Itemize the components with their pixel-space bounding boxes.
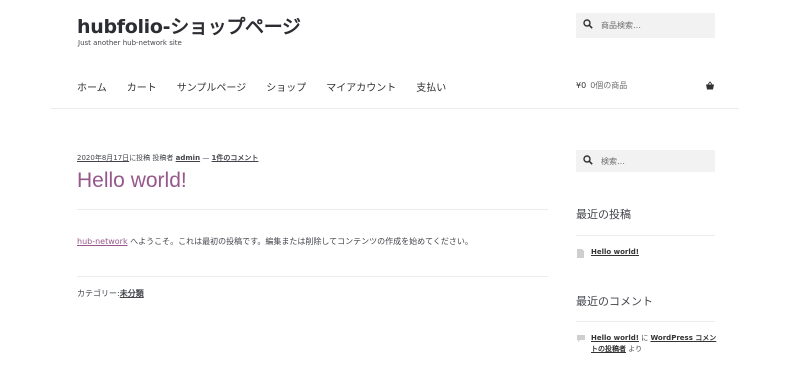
nav-item-cart[interactable]: カート [127, 79, 157, 94]
product-search-placeholder: 商品検索… [601, 21, 641, 30]
sidebar-search-field[interactable]: 検索… [576, 150, 715, 172]
recent-post-item: Hello world! [577, 248, 639, 258]
recent-comments-divider [576, 321, 715, 322]
cart-amount: ¥0 [576, 81, 587, 90]
site-description: Just another hub-network site [78, 39, 182, 47]
cart-count: 0個の商品 [590, 81, 628, 90]
nav-item-shop[interactable]: ショップ [266, 79, 306, 94]
recent-posts-divider [576, 235, 715, 236]
post-category: カテゴリー:未分類 [77, 288, 144, 299]
recent-comment-item: Hello world! に WordPress コメントの投稿者 より [577, 333, 717, 355]
header-cart[interactable]: ¥0 0個の商品 [576, 80, 715, 91]
recent-comments-title: 最近のコメント [576, 295, 653, 308]
recent-comment-post-link[interactable]: Hello world! [591, 334, 639, 342]
post-content-text: へようこそ。これは最初の投稿です。編集または削除してコンテンツの作成を始めてくだ… [130, 237, 473, 246]
post-content-link[interactable]: hub-network [77, 237, 128, 246]
header-divider [51, 108, 739, 109]
nav-item-checkout[interactable]: 支払い [416, 79, 446, 94]
product-search-field[interactable]: 商品検索… [576, 13, 715, 38]
site-title[interactable]: hubfolio-ショップページ [77, 12, 301, 39]
nav-item-home[interactable]: ホーム [77, 79, 107, 94]
post-content: hub-network へようこそ。これは最初の投稿です。編集または削除してコン… [77, 236, 473, 247]
nav-item-my-account[interactable]: マイアカウント [326, 79, 396, 94]
main-navigation: ホーム カート サンプルページ ショップ マイアカウント 支払い [77, 79, 446, 94]
sidebar-search-placeholder: 検索… [601, 156, 625, 166]
post-footer-divider [77, 276, 548, 277]
search-icon [583, 19, 596, 32]
comment-icon [577, 334, 585, 343]
nav-item-sample-page[interactable]: サンプルページ [177, 79, 247, 94]
category-link[interactable]: 未分類 [120, 289, 144, 298]
recent-post-link[interactable]: Hello world! [591, 248, 639, 256]
post-title-divider [77, 209, 548, 210]
recent-posts-title: 最近の投稿 [576, 208, 631, 221]
document-icon [577, 249, 585, 258]
post-date-link[interactable]: 2020年8月17日 [77, 154, 129, 162]
category-label: カテゴリー: [77, 289, 120, 298]
post-meta: 2020年8月17日に投稿 投稿者 admin — 1件のコメント [77, 154, 259, 162]
search-icon [583, 154, 596, 168]
basket-icon [705, 80, 715, 91]
post-title[interactable]: Hello world! [77, 169, 187, 193]
post-comments-link[interactable]: 1件のコメント [212, 154, 259, 162]
post-author-link[interactable]: admin [176, 154, 200, 162]
